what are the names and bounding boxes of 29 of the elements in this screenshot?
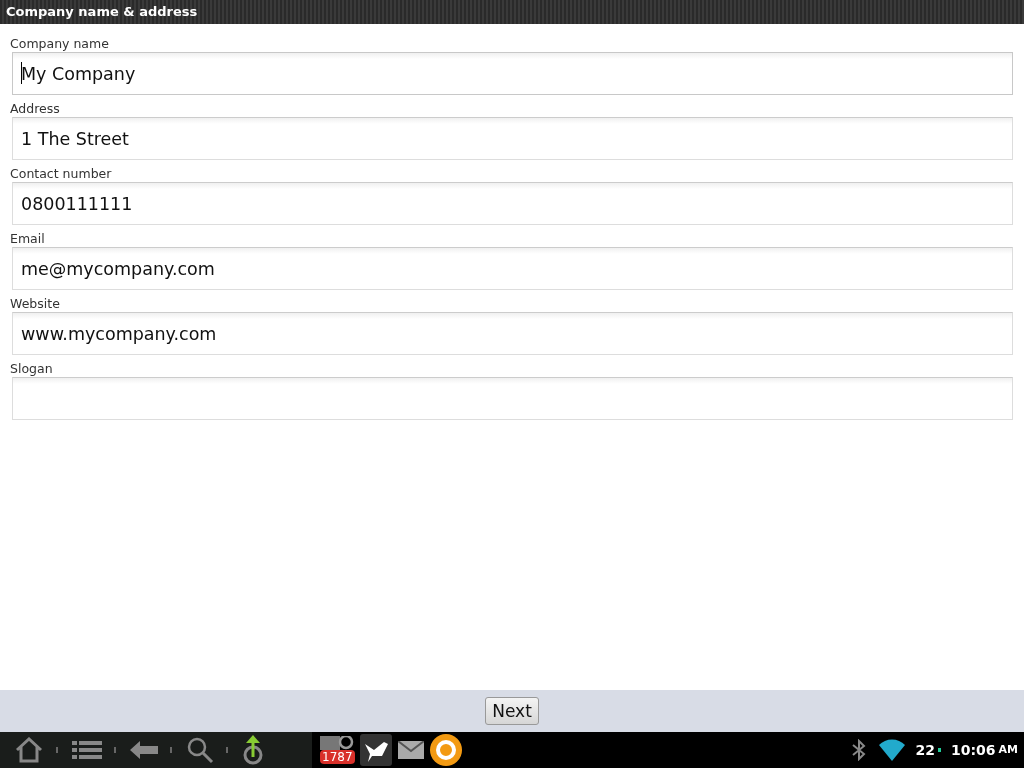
upload-icon[interactable] <box>242 735 264 765</box>
bird-icon[interactable] <box>360 734 392 766</box>
home-icon[interactable] <box>14 737 44 763</box>
clock-ampm: AM <box>998 741 1018 758</box>
battery-icon <box>937 748 941 752</box>
envelope-icon[interactable] <box>398 741 424 759</box>
ring-app-icon[interactable] <box>430 734 462 766</box>
field-label: Email <box>10 231 46 247</box>
battery-level: 22 <box>915 740 935 760</box>
input-field[interactable]: 1 The Street <box>12 117 1013 160</box>
field-label: Website <box>10 296 61 312</box>
mail-icon[interactable] <box>320 736 354 750</box>
input-field[interactable]: me@mycompany.com <box>12 247 1013 290</box>
next-button[interactable]: Next <box>485 697 539 725</box>
menu-icon[interactable] <box>72 740 102 760</box>
input-field[interactable] <box>12 377 1013 420</box>
field-label: Slogan <box>10 361 54 377</box>
field-label: Address <box>10 101 61 117</box>
wifi-icon <box>879 739 906 761</box>
input-field[interactable]: My Company <box>12 52 1013 95</box>
window-title: Company name & address <box>0 0 1024 24</box>
clock-time: 10:06 <box>950 740 996 760</box>
back-arrow-icon[interactable] <box>130 741 158 759</box>
input-field[interactable]: www.mycompany.com <box>12 312 1013 355</box>
notification-badge: 1787 <box>320 750 355 764</box>
field-label: Contact number <box>10 166 113 182</box>
field-label: Company name <box>10 36 110 52</box>
search-icon[interactable] <box>186 736 214 764</box>
input-field[interactable]: 0800111111 <box>12 182 1013 225</box>
